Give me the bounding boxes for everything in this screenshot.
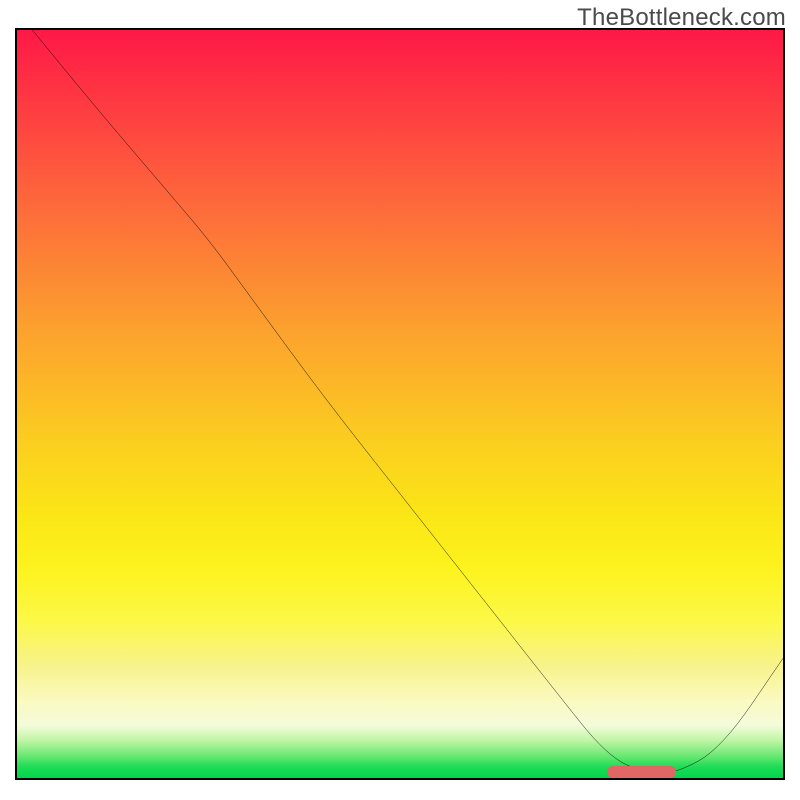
- plot-area: [15, 28, 785, 780]
- bottleneck-curve: [17, 30, 783, 778]
- optimal-range-marker: [607, 766, 676, 778]
- figure: TheBottleneck.com: [0, 0, 800, 800]
- curve-path: [32, 30, 783, 774]
